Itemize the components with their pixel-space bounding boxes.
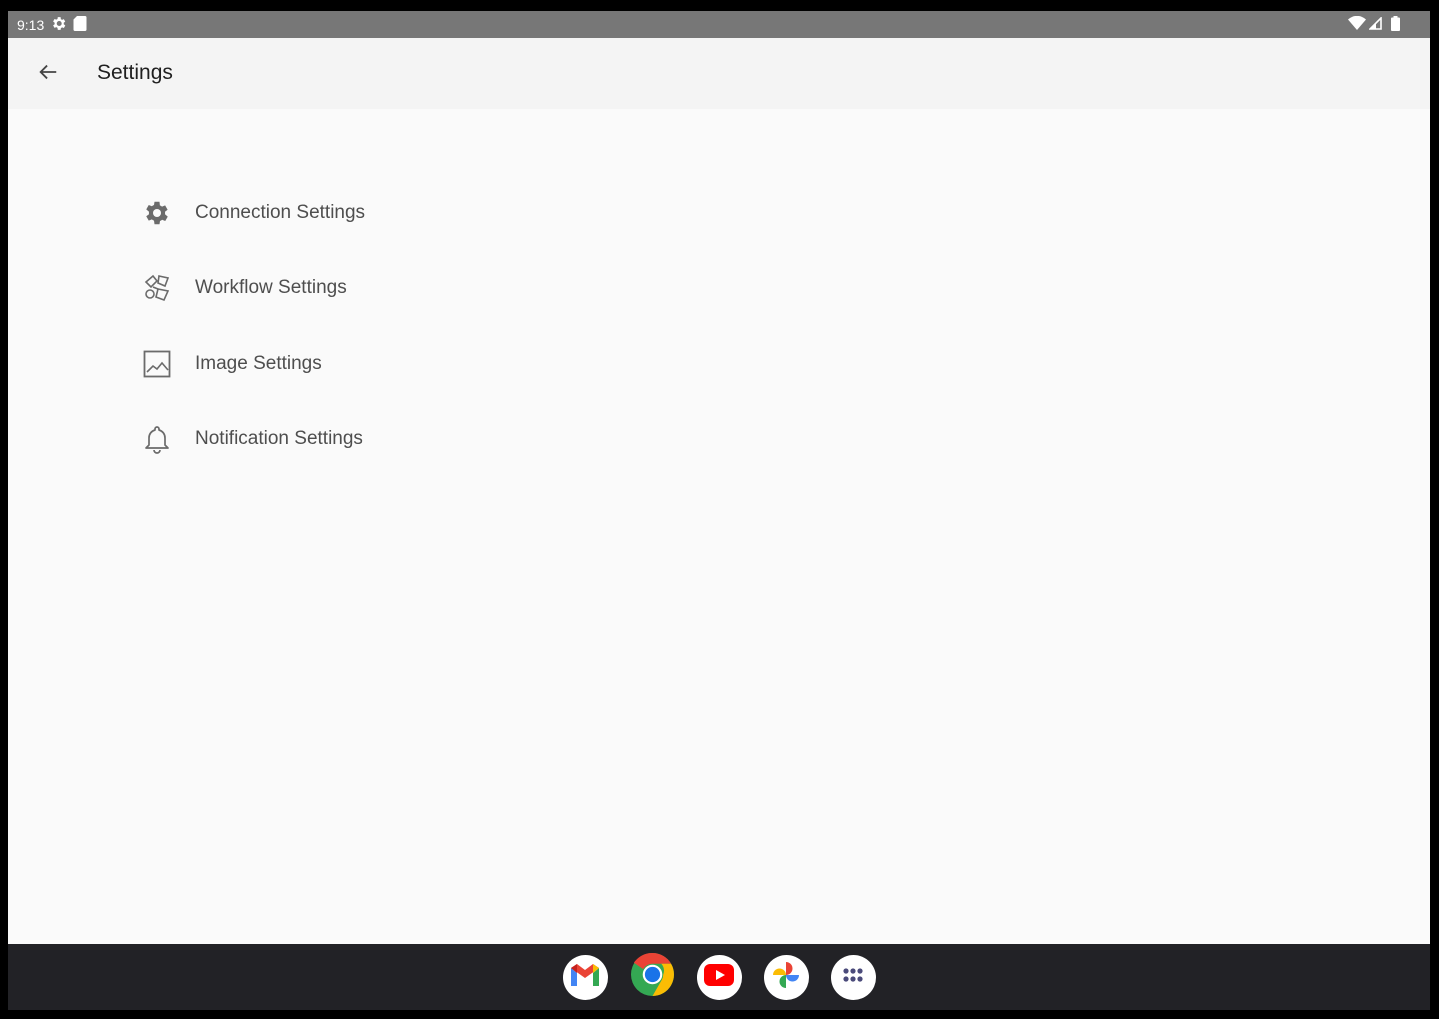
youtube-app-button[interactable]	[696, 954, 742, 1000]
menu-item-notification-settings[interactable]: Notification Settings	[138, 402, 558, 478]
menu-item-label: Image Settings	[195, 352, 322, 374]
menu-item-label: Workflow Settings	[195, 277, 347, 299]
chrome-app-button[interactable]	[630, 952, 675, 1002]
gmail-icon	[569, 962, 601, 993]
taskbar	[8, 944, 1430, 1010]
back-button[interactable]	[32, 58, 64, 90]
chrome-icon	[630, 952, 675, 1002]
gmail-app-button[interactable]	[562, 954, 608, 1000]
app-drawer-icon	[842, 967, 864, 988]
status-time: 9:13	[17, 16, 45, 33]
wifi-icon	[1348, 15, 1366, 33]
sd-card-icon	[73, 15, 87, 35]
device-screen: 9:13 Settings Connection Settings Workfl…	[8, 11, 1430, 1010]
workflow-icon	[138, 272, 176, 304]
menu-item-workflow-settings[interactable]: Workflow Settings	[138, 251, 558, 327]
youtube-icon	[703, 963, 735, 992]
app-drawer-button[interactable]	[830, 954, 876, 1000]
gear-icon	[138, 197, 176, 229]
menu-item-image-settings[interactable]: Image Settings	[138, 326, 558, 402]
gear-icon	[50, 15, 67, 35]
status-bar-left: 9:13	[8, 15, 87, 35]
status-bar-right	[1348, 11, 1400, 38]
menu-item-label: Notification Settings	[195, 428, 363, 450]
arrow-back-icon	[37, 61, 59, 88]
image-icon	[138, 348, 176, 380]
bell-icon	[138, 423, 176, 455]
page-title: Settings	[97, 61, 173, 84]
status-bar: 9:13	[8, 11, 1430, 38]
menu-item-label: Connection Settings	[195, 201, 366, 223]
app-bar: Settings	[8, 38, 1430, 109]
menu-item-connection-settings[interactable]: Connection Settings	[138, 175, 558, 251]
photos-app-button[interactable]	[763, 954, 809, 1000]
cell-signal-icon	[1368, 15, 1382, 33]
battery-icon	[1391, 15, 1400, 34]
photos-icon	[769, 958, 803, 997]
settings-menu: Connection Settings Workflow Settings Im…	[138, 175, 558, 477]
